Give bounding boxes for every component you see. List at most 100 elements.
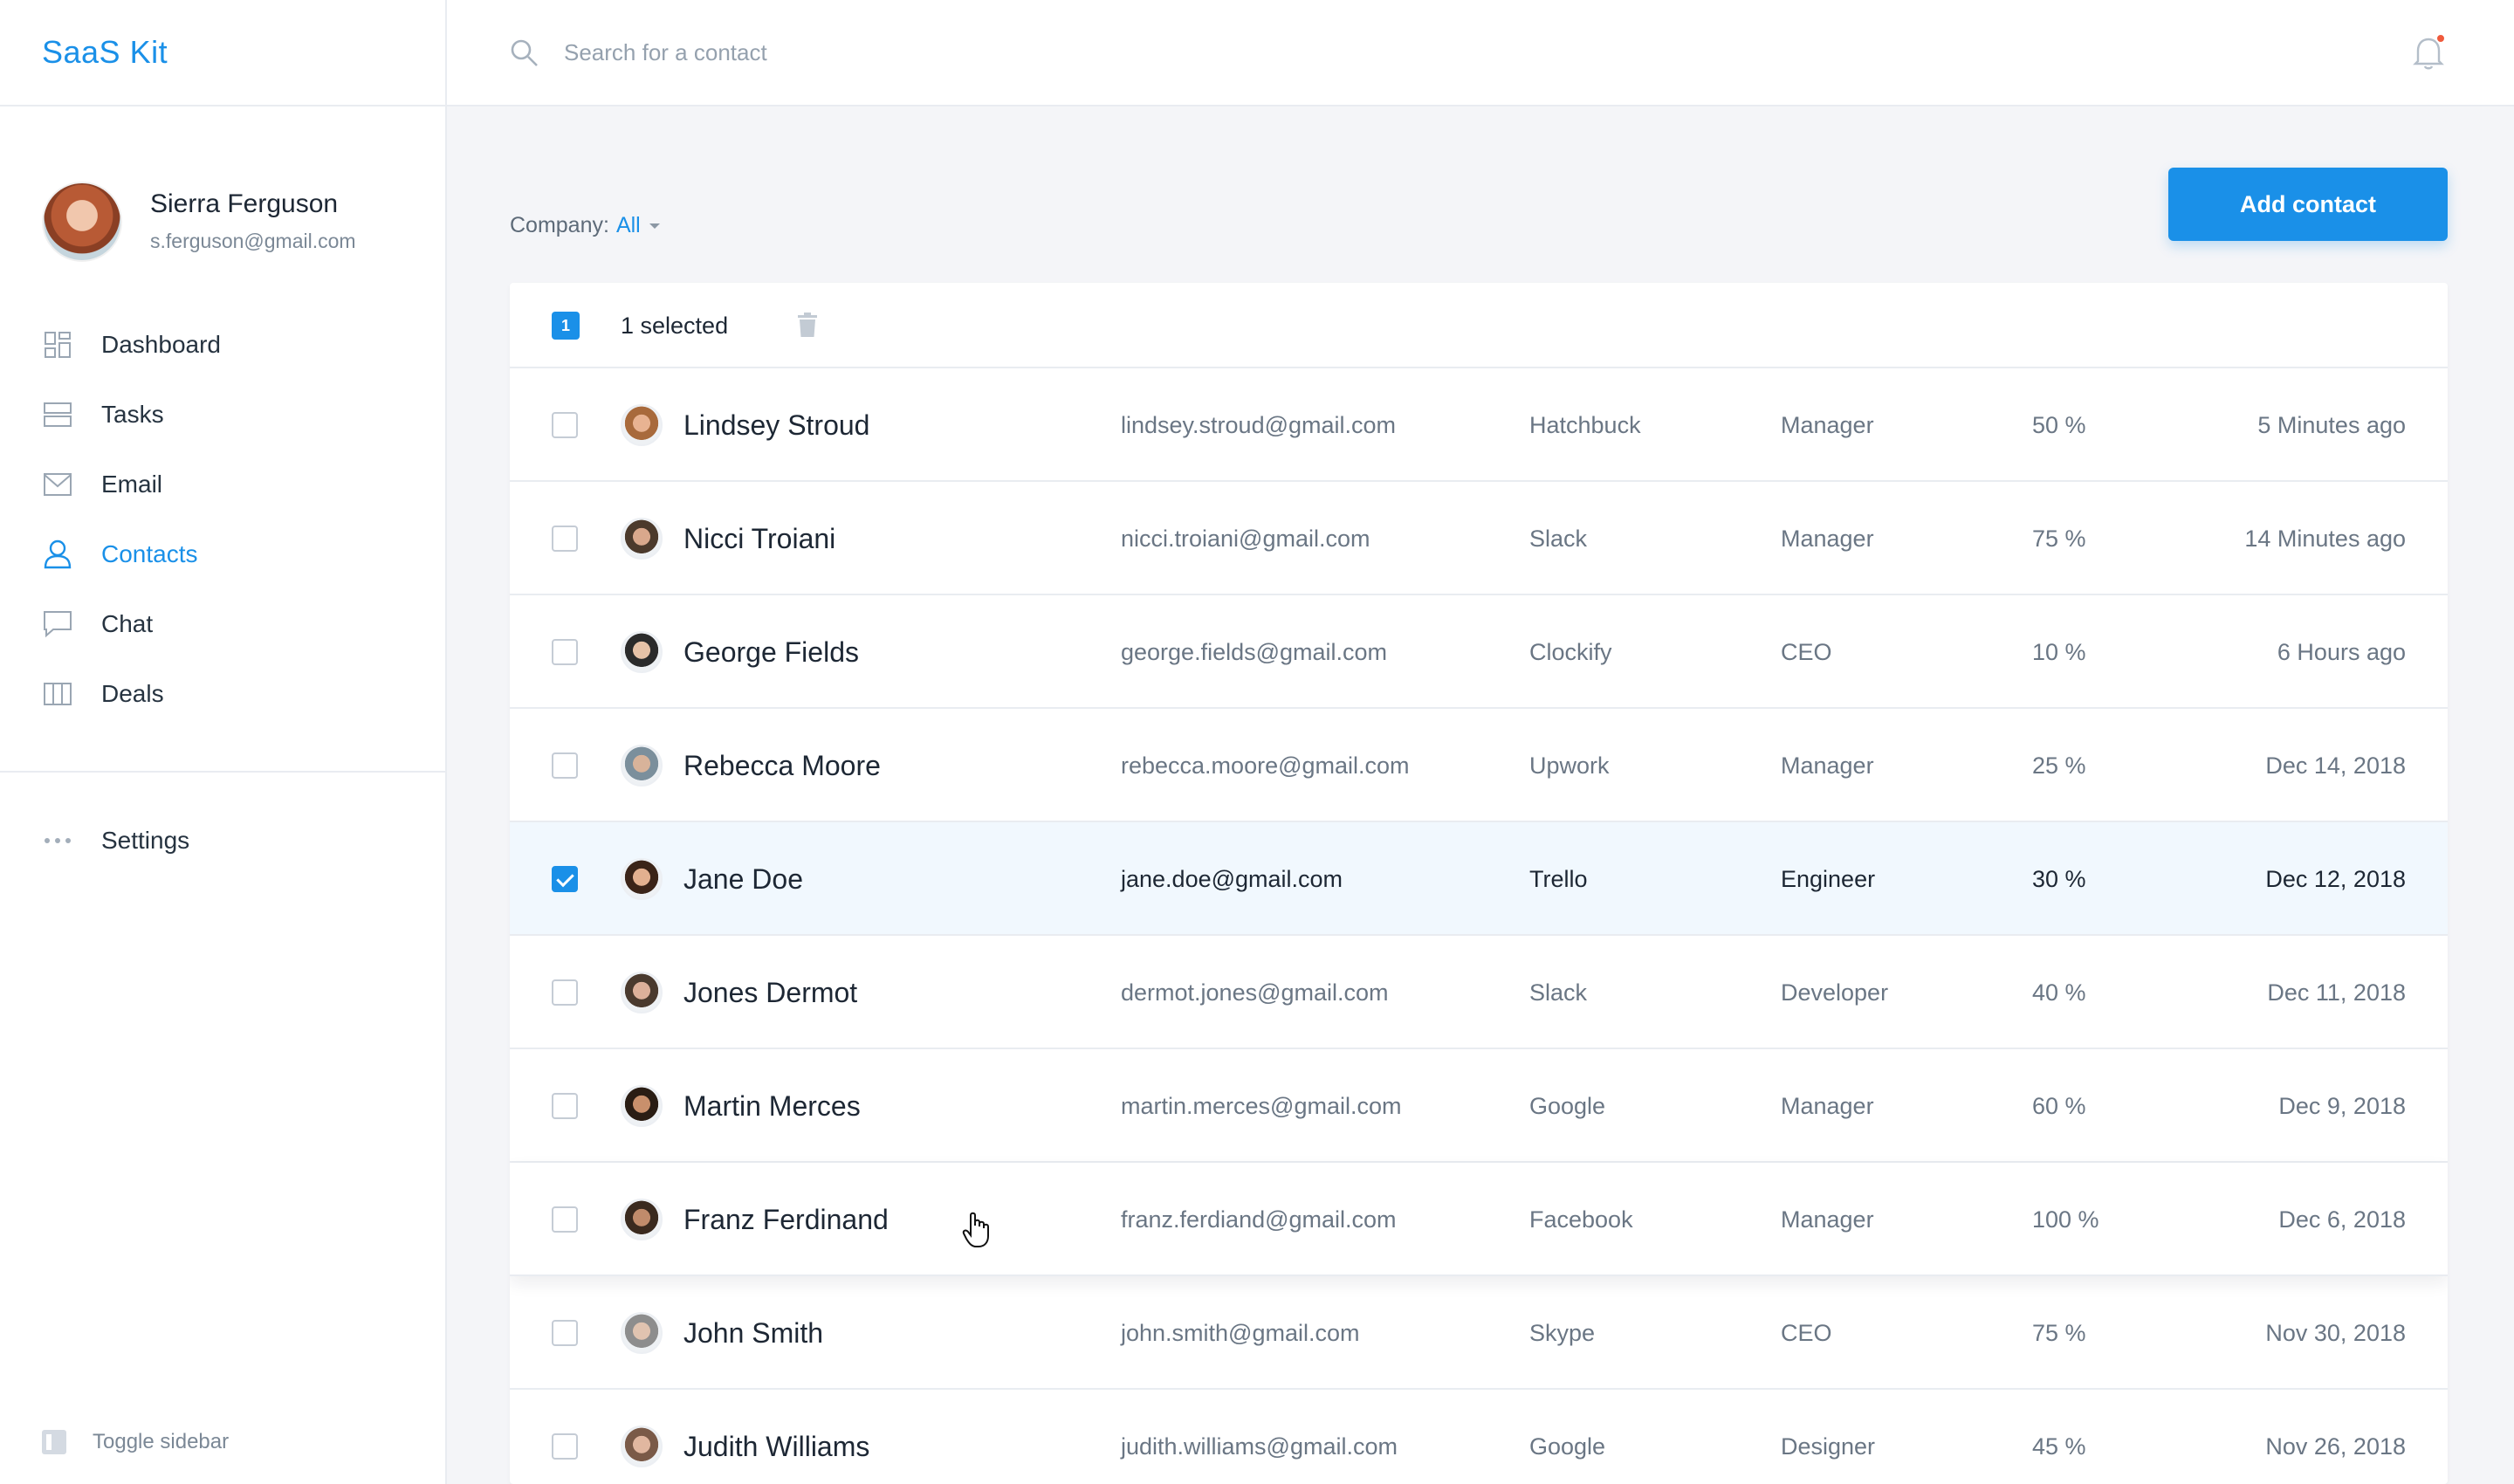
contact-email: jane.doe@gmail.com xyxy=(1121,865,1343,892)
topbar xyxy=(447,0,2514,106)
contact-email: dermot.jones@gmail.com xyxy=(1121,979,1389,1006)
more-icon xyxy=(42,825,73,856)
selection-bar: 1 1 selected xyxy=(510,283,2448,368)
sidebar-item-deals[interactable]: Deals xyxy=(0,659,445,729)
contact-percent: 10 % xyxy=(2032,638,2086,665)
contact-email: george.fields@gmail.com xyxy=(1121,638,1388,665)
contact-last-activity: Dec 9, 2018 xyxy=(2278,1092,2406,1119)
table-row[interactable]: Martin Merces martin.merces@gmail.com Go… xyxy=(510,1049,2448,1163)
table-row[interactable]: George Fields george.fields@gmail.com Cl… xyxy=(510,595,2448,709)
selected-count-badge[interactable]: 1 xyxy=(552,312,580,340)
add-contact-button[interactable]: Add contact xyxy=(2168,168,2448,241)
contact-name[interactable]: Jane Doe xyxy=(683,822,803,936)
chat-icon xyxy=(42,608,73,640)
sidebar-toggle-icon xyxy=(42,1430,66,1454)
search-icon xyxy=(510,38,539,72)
contact-last-activity: 6 Hours ago xyxy=(2277,638,2406,665)
sidebar-item-label: Chat xyxy=(101,610,154,637)
contact-last-activity: Nov 26, 2018 xyxy=(2265,1432,2406,1460)
contact-last-activity: 5 Minutes ago xyxy=(2257,411,2406,438)
contact-email: john.smith@gmail.com xyxy=(1121,1319,1360,1346)
user-profile[interactable]: Sierra Ferguson s.ferguson@gmail.com xyxy=(0,106,445,294)
row-checkbox[interactable] xyxy=(552,1433,578,1460)
contact-email: martin.merces@gmail.com xyxy=(1121,1092,1402,1119)
row-checkbox[interactable] xyxy=(552,752,578,779)
sidebar-item-contacts[interactable]: Contacts xyxy=(0,519,445,589)
contact-company: Google xyxy=(1529,1092,1606,1119)
row-checkbox[interactable] xyxy=(552,979,578,1006)
table-row[interactable]: Rebecca Moore rebecca.moore@gmail.com Up… xyxy=(510,709,2448,822)
row-checkbox[interactable] xyxy=(552,1093,578,1119)
contact-role: Manager xyxy=(1781,411,1874,438)
contact-avatar[interactable] xyxy=(621,745,663,787)
contact-email: judith.williams@gmail.com xyxy=(1121,1432,1398,1460)
contact-avatar[interactable] xyxy=(621,858,663,900)
contact-avatar[interactable] xyxy=(621,518,663,560)
contact-percent: 40 % xyxy=(2032,979,2086,1006)
contact-company: Slack xyxy=(1529,979,1588,1006)
contact-role: Manager xyxy=(1781,525,1874,552)
company-filter[interactable]: Company: All xyxy=(510,213,660,238)
contact-rows: Lindsey Stroud lindsey.stroud@gmail.com … xyxy=(510,368,2448,1484)
sidebar-item-label: Tasks xyxy=(101,401,164,428)
contact-role: Designer xyxy=(1781,1432,1876,1460)
contact-name[interactable]: Lindsey Stroud xyxy=(683,368,869,482)
deals-icon xyxy=(42,678,73,710)
contact-role: Manager xyxy=(1781,1206,1874,1233)
table-row[interactable]: Judith Williams judith.williams@gmail.co… xyxy=(510,1390,2448,1484)
sidebar-item-tasks[interactable]: Tasks xyxy=(0,380,445,450)
contact-company: Skype xyxy=(1529,1319,1596,1346)
notifications-button[interactable] xyxy=(2411,33,2446,72)
user-avatar[interactable] xyxy=(42,181,122,262)
contact-name[interactable]: Judith Williams xyxy=(683,1390,869,1484)
row-checkbox[interactable] xyxy=(552,1206,578,1233)
table-row[interactable]: Lindsey Stroud lindsey.stroud@gmail.com … xyxy=(510,368,2448,482)
sidebar-item-dashboard[interactable]: Dashboard xyxy=(0,310,445,380)
row-checkbox[interactable] xyxy=(552,1320,578,1346)
row-checkbox[interactable] xyxy=(552,412,578,438)
row-checkbox[interactable] xyxy=(552,526,578,552)
contact-role: Developer xyxy=(1781,979,1889,1006)
contact-name[interactable]: Rebecca Moore xyxy=(683,709,881,822)
table-row[interactable]: Franz Ferdinand franz.ferdiand@gmail.com… xyxy=(510,1163,2448,1276)
sidebar: SaaS Kit Sierra Ferguson s.ferguson@gmai… xyxy=(0,0,447,1484)
contact-avatar[interactable] xyxy=(621,1312,663,1354)
sidebar-item-email[interactable]: Email xyxy=(0,450,445,519)
contact-name[interactable]: Martin Merces xyxy=(683,1049,861,1163)
contact-percent: 25 % xyxy=(2032,752,2086,779)
toggle-sidebar-button[interactable]: Toggle sidebar xyxy=(42,1430,229,1454)
contact-avatar[interactable] xyxy=(621,1426,663,1467)
app-root: SaaS Kit Sierra Ferguson s.ferguson@gmai… xyxy=(0,0,2514,1484)
contact-avatar[interactable] xyxy=(621,1199,663,1240)
contact-name[interactable]: George Fields xyxy=(683,595,859,709)
sidebar-item-chat[interactable]: Chat xyxy=(0,589,445,659)
contact-email: nicci.troiani@gmail.com xyxy=(1121,525,1370,552)
app-logo[interactable]: SaaS Kit xyxy=(42,34,168,71)
contact-name[interactable]: Nicci Troiani xyxy=(683,482,835,595)
user-email: s.ferguson@gmail.com xyxy=(150,230,356,252)
settings-label: Settings xyxy=(101,827,190,854)
contact-avatar[interactable] xyxy=(621,972,663,1013)
contact-name[interactable]: Jones Dermot xyxy=(683,936,857,1049)
contact-percent: 30 % xyxy=(2032,865,2086,892)
row-checkbox[interactable] xyxy=(552,866,578,892)
tasks-icon xyxy=(42,399,73,430)
company-filter-value[interactable]: All xyxy=(616,213,641,238)
contact-avatar[interactable] xyxy=(621,631,663,673)
table-row[interactable]: John Smith john.smith@gmail.com Skype CE… xyxy=(510,1276,2448,1390)
table-row[interactable]: Nicci Troiani nicci.troiani@gmail.com Sl… xyxy=(510,482,2448,595)
contact-percent: 75 % xyxy=(2032,525,2086,552)
trash-icon[interactable] xyxy=(798,313,817,341)
sidebar-divider xyxy=(0,771,445,773)
row-checkbox[interactable] xyxy=(552,639,578,665)
table-row[interactable]: Jane Doe jane.doe@gmail.com Trello Engin… xyxy=(510,822,2448,936)
contact-avatar[interactable] xyxy=(621,404,663,446)
contact-last-activity: Dec 11, 2018 xyxy=(2267,979,2406,1006)
contact-avatar[interactable] xyxy=(621,1085,663,1127)
contact-name[interactable]: Franz Ferdinand xyxy=(683,1163,889,1276)
contact-name[interactable]: John Smith xyxy=(683,1276,823,1390)
table-row[interactable]: Jones Dermot dermot.jones@gmail.com Slac… xyxy=(510,936,2448,1049)
sidebar-item-settings[interactable]: Settings xyxy=(0,806,445,876)
search-input[interactable] xyxy=(564,35,1262,70)
contact-last-activity: Dec 12, 2018 xyxy=(2265,865,2406,892)
